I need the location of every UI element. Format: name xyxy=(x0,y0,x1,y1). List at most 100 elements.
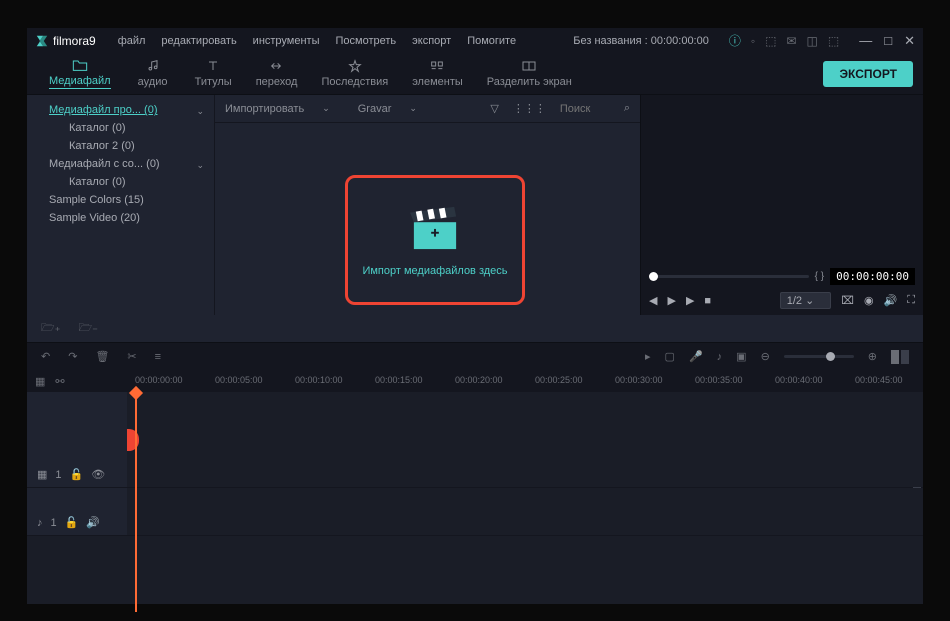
text-icon xyxy=(205,59,221,73)
sidebar-item[interactable]: Медиафайл про... (0)⌄ xyxy=(27,101,214,119)
cart-icon[interactable]: ⬚ xyxy=(765,34,776,48)
redo-button[interactable]: ↷ xyxy=(68,350,77,363)
manage-tracks-icon[interactable]: ▦ xyxy=(35,375,45,388)
undo-button[interactable]: ↶ xyxy=(41,350,50,363)
tab-media[interactable]: Медиафайл xyxy=(37,54,123,93)
track-marker[interactable] xyxy=(127,429,139,451)
tab-split-screen[interactable]: Разделить экран xyxy=(475,55,584,92)
clapper-icon xyxy=(406,203,464,251)
info-icon[interactable]: ⓘ xyxy=(729,32,741,49)
menu-tools[interactable]: инструменты xyxy=(247,32,326,50)
menu-file[interactable]: файл xyxy=(112,32,152,50)
visibility-icon[interactable]: 👁 xyxy=(91,468,105,481)
zoom-slider[interactable] xyxy=(784,355,854,358)
play-button[interactable]: ▶ xyxy=(667,294,675,307)
camera-icon[interactable]: ◉ xyxy=(864,294,874,307)
sidebar-item[interactable]: Каталог (0) xyxy=(27,173,214,191)
link-icon[interactable]: ⚯ xyxy=(55,375,64,388)
split-icon xyxy=(521,59,537,73)
screenshot-icon[interactable]: ⌧ xyxy=(841,294,854,307)
sidebar-item[interactable]: Каталог (0) xyxy=(27,119,214,137)
menu-help[interactable]: Помогите xyxy=(461,32,522,50)
search-icon[interactable]: ⌕ xyxy=(624,102,630,115)
project-title: Без названия : 00:00:00:00 xyxy=(573,35,709,47)
prev-button[interactable]: ◀ xyxy=(649,294,657,307)
folder-actions: 🗁₊ 🗁₋ xyxy=(27,315,923,342)
tab-elements[interactable]: элементы xyxy=(400,55,475,92)
filter-icon[interactable]: ▽ xyxy=(490,102,498,115)
playhead[interactable] xyxy=(135,392,137,612)
main-menu: файл редактировать инструменты Посмотрет… xyxy=(112,32,522,50)
view-toggle[interactable] xyxy=(891,350,909,364)
track-number: 1 xyxy=(55,469,61,481)
chevron-down-icon: ⌄ xyxy=(409,103,417,114)
minimize-button[interactable]: — xyxy=(859,33,872,49)
zoom-out-icon[interactable]: ⊖ xyxy=(761,350,770,363)
import-drop-zone[interactable]: Импорт медиафайлов здесь xyxy=(345,175,525,305)
adjust-button[interactable]: ≡ xyxy=(155,351,161,363)
lock-icon[interactable]: 🔓 xyxy=(70,468,84,481)
export-button[interactable]: ЭКСПОРТ xyxy=(823,61,913,87)
delete-button[interactable]: 🗑 xyxy=(95,350,109,363)
preview-timecode: 00:00:00:00 xyxy=(830,268,915,285)
lock-icon[interactable]: 🔓 xyxy=(65,516,79,529)
video-track-icon: ▦ xyxy=(37,468,47,481)
transition-icon xyxy=(269,59,285,73)
tab-titles[interactable]: Титулы xyxy=(183,55,244,92)
sidebar-item[interactable]: Sample Video (20) xyxy=(27,209,214,227)
message-icon[interactable]: ✉ xyxy=(786,34,796,48)
mic-icon[interactable]: ⬚ xyxy=(828,34,839,48)
stop-button[interactable]: ■ xyxy=(704,295,711,307)
timeline-toolbar: ↶ ↷ 🗑 ✂ ≡ ▸ ▢ 🎤 ♪ ▣ ⊖ ⊕ xyxy=(27,342,923,371)
sidebar-item[interactable]: Медиафайл с со... (0)⌄ xyxy=(27,155,214,173)
next-button[interactable]: ▶ xyxy=(686,294,694,307)
grid-view-icon[interactable]: ⋮⋮⋮ xyxy=(513,102,546,115)
tab-transitions[interactable]: переход xyxy=(244,55,310,92)
close-button[interactable]: ✕ xyxy=(904,33,915,49)
cut-button[interactable]: ✂ xyxy=(127,350,136,363)
import-dropdown[interactable]: Импортировать⌄ xyxy=(225,103,330,115)
remove-folder-icon[interactable]: 🗁₋ xyxy=(78,319,97,338)
preview-brackets: { } xyxy=(815,271,824,282)
chevron-down-icon: ⌄ xyxy=(196,160,204,171)
zoom-in-icon[interactable]: ⊕ xyxy=(868,350,877,363)
music-icon xyxy=(145,59,161,73)
preview-progress[interactable] xyxy=(649,275,809,278)
marker-icon[interactable]: ▢ xyxy=(665,350,675,363)
audio-mixer-icon[interactable]: ♪ xyxy=(717,351,723,363)
chevron-down-icon: ⌄ xyxy=(196,106,204,117)
preview-panel: { } 00:00:00:00 ◀ ▶ ▶ ■ 1/2 ⌄ ⌧ ◉ 🔊 ⛶ xyxy=(640,95,923,315)
menu-export[interactable]: экспорт xyxy=(406,32,457,50)
add-folder-icon[interactable]: 🗁₊ xyxy=(41,319,60,338)
record-vo-icon[interactable]: 🎤 xyxy=(689,350,703,363)
sidebar-item[interactable]: Каталог 2 (0) xyxy=(27,137,214,155)
tab-audio[interactable]: аудио xyxy=(123,55,183,92)
maximize-button[interactable]: □ xyxy=(884,33,892,49)
render-icon[interactable]: ▸ xyxy=(645,350,651,363)
folder-icon xyxy=(72,58,88,72)
menu-view[interactable]: Посмотреть xyxy=(330,32,403,50)
effects-icon xyxy=(347,59,363,73)
mute-icon[interactable]: 🔊 xyxy=(86,516,100,529)
record-dropdown[interactable]: Gravar⌄ xyxy=(358,103,417,115)
timeline-ruler[interactable]: ▦ ⚯ 00:00:00:00 00:00:05:00 00:00:10:00 … xyxy=(27,371,923,392)
media-sidebar: Медиафайл про... (0)⌄ Каталог (0) Катало… xyxy=(27,95,214,315)
tab-effects[interactable]: Последствия xyxy=(309,55,400,92)
volume-icon[interactable]: 🔊 xyxy=(884,294,898,307)
tool-tabs: Медиафайл аудио Титулы переход Последств… xyxy=(27,53,923,95)
chevron-down-icon: ⌄ xyxy=(322,103,330,114)
track-number: 1 xyxy=(51,517,57,529)
drop-zone-text: Импорт медиафайлов здесь xyxy=(362,265,507,277)
crop-icon[interactable]: ▣ xyxy=(736,350,746,363)
filmora-logo-icon xyxy=(35,34,49,48)
sidebar-item[interactable]: Sample Colors (15) xyxy=(27,191,214,209)
menu-edit[interactable]: редактировать xyxy=(155,32,242,50)
audio-track[interactable]: ♪ 1 🔓 🔊 xyxy=(27,488,923,536)
fullscreen-icon[interactable]: ⛶ xyxy=(907,294,915,307)
video-track[interactable]: ▦ 1 🔓 👁 xyxy=(27,392,923,488)
zoom-select[interactable]: 1/2 ⌄ xyxy=(780,292,832,309)
search-input[interactable] xyxy=(560,103,610,115)
notification-icon[interactable]: ◫ xyxy=(807,34,818,48)
user-icon[interactable]: ◦ xyxy=(751,34,755,48)
elements-icon xyxy=(429,59,445,73)
